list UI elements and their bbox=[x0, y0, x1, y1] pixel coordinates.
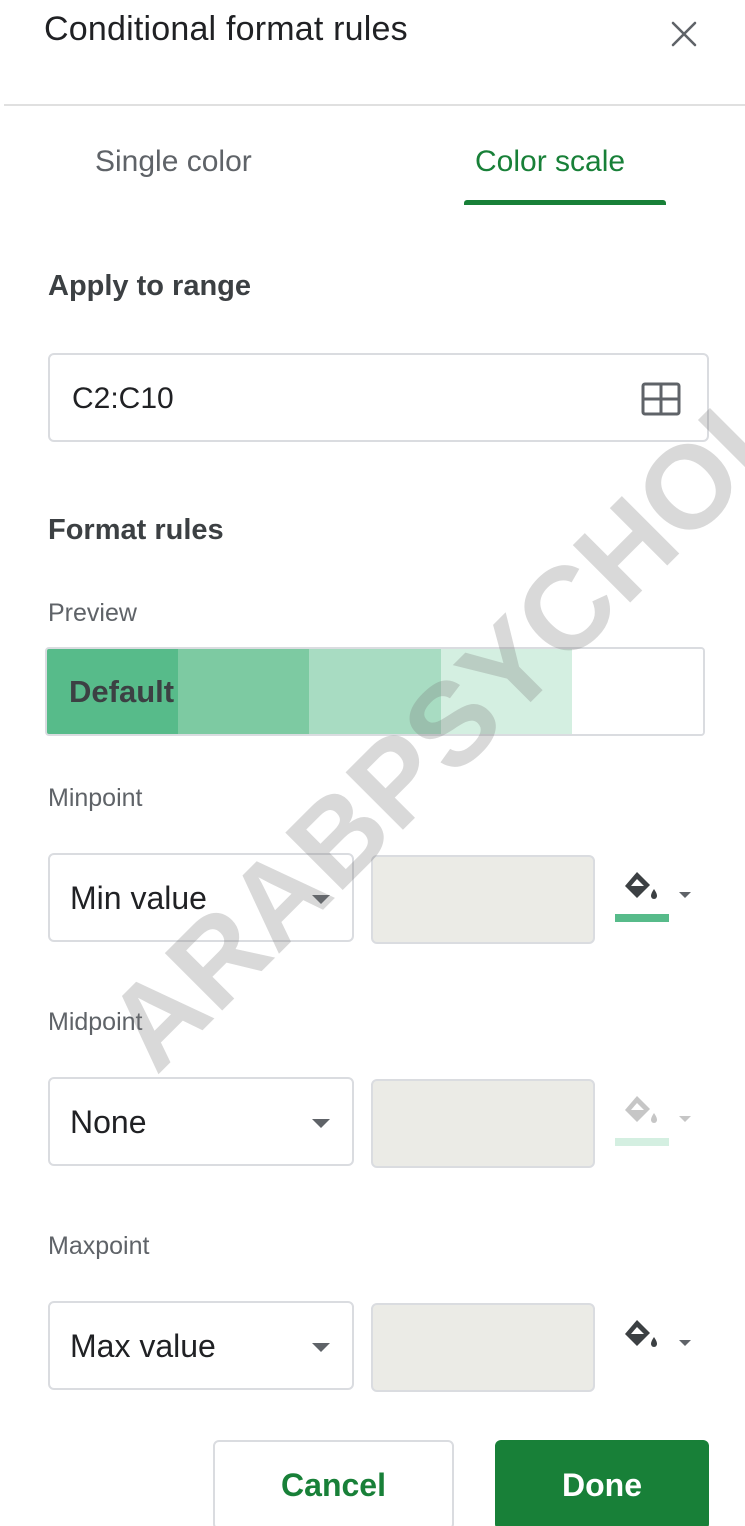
close-icon[interactable] bbox=[664, 14, 704, 54]
preview-text: Default bbox=[69, 674, 175, 709]
maxpoint-type-select[interactable]: Max value bbox=[48, 1301, 354, 1390]
cancel-button[interactable]: Cancel bbox=[213, 1440, 454, 1526]
chevron-down-icon bbox=[312, 1343, 330, 1352]
midpoint-label: Midpoint bbox=[48, 1008, 143, 1036]
tab-color-scale[interactable]: Color scale bbox=[475, 145, 625, 179]
minpoint-type-select[interactable]: Min value bbox=[48, 853, 354, 942]
paint-bucket-icon bbox=[625, 1320, 657, 1347]
tab-single-color[interactable]: Single color bbox=[95, 145, 252, 179]
chevron-down-icon bbox=[679, 892, 691, 898]
preview-segment bbox=[571, 649, 703, 734]
maxpoint-color-swatch bbox=[615, 1362, 669, 1370]
paint-bucket-icon bbox=[625, 1096, 657, 1123]
preview-label: Preview bbox=[48, 599, 137, 627]
done-button[interactable]: Done bbox=[495, 1440, 709, 1526]
active-tab-indicator bbox=[464, 200, 666, 205]
maxpoint-label: Maxpoint bbox=[48, 1232, 150, 1260]
minpoint-type-value: Min value bbox=[70, 880, 207, 916]
minpoint-fill-color-button[interactable] bbox=[615, 862, 695, 932]
preview-segment bbox=[178, 649, 310, 734]
range-input[interactable]: C2:C10 bbox=[48, 353, 709, 442]
maxpoint-value-input[interactable] bbox=[371, 1303, 595, 1392]
format-rules-label: Format rules bbox=[48, 514, 224, 546]
color-scale-preview: Default bbox=[45, 647, 705, 736]
conditional-format-panel: Conditional format rules Single color Co… bbox=[0, 0, 745, 1526]
header-divider bbox=[4, 104, 745, 106]
chevron-down-icon bbox=[312, 1119, 330, 1128]
chevron-down-icon bbox=[312, 895, 330, 904]
apply-to-range-label: Apply to range bbox=[48, 270, 252, 302]
midpoint-type-value: None bbox=[70, 1104, 147, 1140]
range-value: C2:C10 bbox=[72, 382, 174, 415]
maxpoint-fill-color-button[interactable] bbox=[615, 1310, 695, 1380]
preview-segment bbox=[309, 649, 441, 734]
midpoint-value-input[interactable] bbox=[371, 1079, 595, 1168]
minpoint-color-swatch bbox=[615, 914, 669, 922]
midpoint-type-select[interactable]: None bbox=[48, 1077, 354, 1166]
midpoint-color-swatch bbox=[615, 1138, 669, 1146]
chevron-down-icon bbox=[679, 1116, 691, 1122]
minpoint-value-input[interactable] bbox=[371, 855, 595, 944]
midpoint-fill-color-button[interactable] bbox=[615, 1086, 695, 1156]
chevron-down-icon bbox=[679, 1340, 691, 1346]
maxpoint-type-value: Max value bbox=[70, 1328, 216, 1364]
panel-title: Conditional format rules bbox=[44, 10, 408, 48]
preview-segment bbox=[440, 649, 572, 734]
grid-select-icon[interactable] bbox=[641, 382, 681, 416]
paint-bucket-icon bbox=[625, 872, 657, 899]
minpoint-label: Minpoint bbox=[48, 784, 143, 812]
